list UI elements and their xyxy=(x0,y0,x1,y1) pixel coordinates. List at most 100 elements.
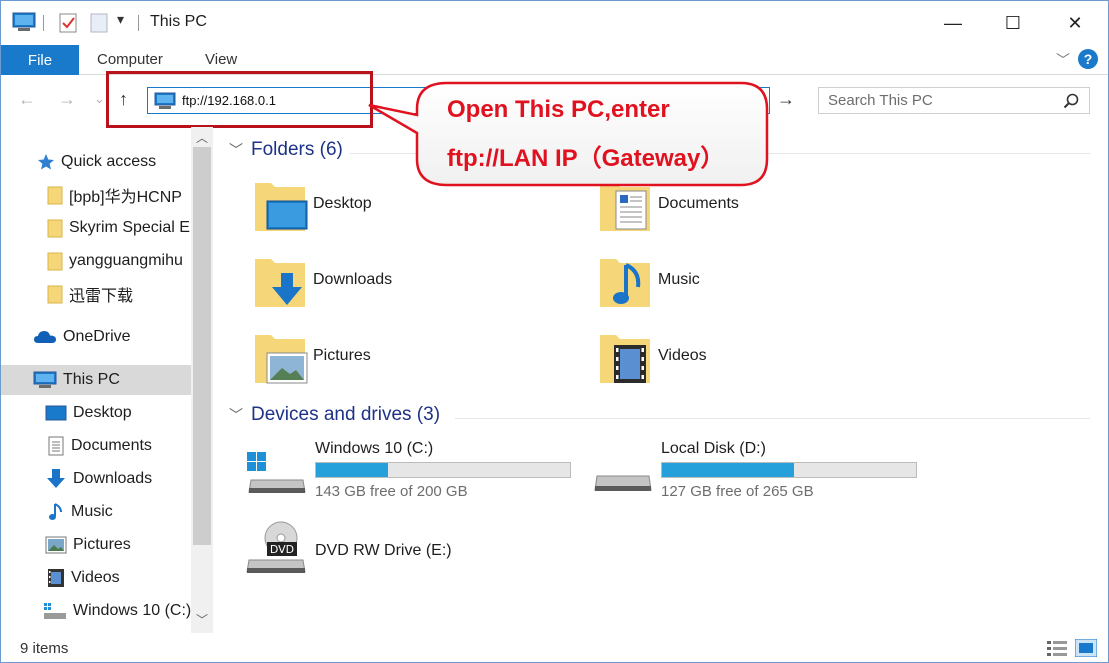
drive-label: Windows 10 (C:) xyxy=(315,440,434,457)
minimize-button[interactable]: — xyxy=(923,1,983,45)
sidebar-item-quick-access[interactable]: Quick access xyxy=(1,147,191,177)
window-title: This PC xyxy=(150,13,207,30)
sidebar-item-this-pc[interactable]: This PC xyxy=(1,365,191,395)
details-view-icon[interactable] xyxy=(1046,639,1068,657)
scroll-thumb[interactable] xyxy=(193,147,211,545)
sidebar-item-downloads[interactable]: Downloads xyxy=(1,464,191,494)
folder-label: Pictures xyxy=(313,347,371,364)
sidebar-item-label: OneDrive xyxy=(63,328,131,345)
go-button[interactable]: → xyxy=(777,89,795,110)
sidebar-item-yangguangmihu[interactable]: yangguangmihu xyxy=(1,246,191,276)
sidebar-item-videos[interactable]: Videos xyxy=(1,563,191,593)
dvd-label-mark: DVD xyxy=(270,543,294,556)
sidebar-item-label: Quick access xyxy=(61,153,157,170)
documents-icon xyxy=(48,436,64,456)
sidebar-item-xunlei[interactable]: 迅雷下载 xyxy=(1,279,191,309)
large-icons-view-icon[interactable] xyxy=(1075,639,1097,657)
local-disk-icon xyxy=(594,475,652,491)
back-button[interactable]: ← xyxy=(18,89,36,110)
desktop-icon xyxy=(45,405,67,421)
folder-icon xyxy=(47,219,63,238)
search-box[interactable]: Search This PC xyxy=(818,87,1090,114)
recent-locations-button[interactable]: ⌄ xyxy=(94,91,105,107)
callout-text-line-1: Open This PC,enter xyxy=(447,96,670,123)
tab-computer[interactable]: Computer xyxy=(97,51,163,68)
folder-pictures[interactable]: Pictures xyxy=(253,329,553,395)
cloud-icon xyxy=(34,331,56,343)
folder-label: Documents xyxy=(658,195,739,212)
properties-icon[interactable] xyxy=(58,12,78,34)
folder-label: Desktop xyxy=(313,195,372,212)
sidebar-item-skyrim[interactable]: Skyrim Special E xyxy=(1,213,191,243)
item-count: 9 items xyxy=(20,640,69,657)
sidebar-item-label: Desktop xyxy=(73,404,132,421)
forward-button[interactable]: → xyxy=(58,89,76,110)
folder-documents[interactable]: Documents xyxy=(598,177,898,243)
folder-label: Downloads xyxy=(313,271,393,288)
title-separator xyxy=(138,15,139,31)
folder-downloads[interactable]: Downloads xyxy=(253,253,553,319)
search-input[interactable]: Search This PC xyxy=(828,92,933,109)
drive-label: Local Disk (D:) xyxy=(661,440,766,457)
music-icon xyxy=(49,503,62,520)
folder-desktop[interactable]: Desktop xyxy=(253,177,553,243)
sidebar-item-label: Documents xyxy=(71,437,152,454)
sidebar-item-label: Skyrim Special E xyxy=(69,219,190,236)
computer-icon xyxy=(33,371,57,388)
dvd-drive-icon: DVD xyxy=(246,521,306,573)
content-pane: ﹀ Folders (6) Desktop Documents Download… xyxy=(215,127,1109,633)
scroll-down-icon[interactable]: ﹀ xyxy=(196,611,208,628)
star-icon xyxy=(38,154,54,170)
close-button[interactable]: ✕ xyxy=(1045,1,1105,45)
folder-music[interactable]: Music xyxy=(598,253,898,319)
devices-section-header[interactable]: ﹀ Devices and drives (3) xyxy=(229,404,440,426)
windows-drive-icon xyxy=(247,452,306,493)
drive-local-d[interactable]: Local Disk (D:) 127 GB free of 265 GB xyxy=(591,440,921,504)
folder-icon xyxy=(47,186,63,205)
sidebar-item-bpb[interactable]: [bpb]华为HCNP xyxy=(1,180,191,210)
title-separator xyxy=(43,15,44,31)
music-folder-icon xyxy=(600,259,650,307)
drive-free-space: 143 GB free of 200 GB xyxy=(315,483,468,500)
search-icon[interactable] xyxy=(1063,93,1079,109)
expand-ribbon-icon[interactable]: ﹀ xyxy=(1056,50,1070,70)
customize-quick-access-icon[interactable]: ▾ xyxy=(117,11,124,28)
maximize-button[interactable]: ☐ xyxy=(983,1,1043,45)
file-explorer-window: ▾ This PC — ☐ ✕ File Computer View ﹀ ? ←… xyxy=(0,0,1109,663)
scroll-up-icon[interactable]: ︿ xyxy=(196,129,208,146)
collapse-chevron-icon[interactable]: ﹀ xyxy=(229,140,243,160)
tab-view[interactable]: View xyxy=(205,51,237,68)
tab-file[interactable]: File xyxy=(1,45,79,75)
sidebar-item-label: Pictures xyxy=(73,536,131,553)
drive-dvd-e[interactable]: DVD DVD RW Drive (E:) xyxy=(245,521,575,586)
folder-label: Videos xyxy=(658,347,707,364)
sidebar-item-label: 迅雷下载 xyxy=(69,288,134,305)
sidebar-item-pictures[interactable]: Pictures xyxy=(1,530,191,560)
drive-label: DVD RW Drive (E:) xyxy=(315,542,452,559)
sidebar-item-label: Music xyxy=(71,503,113,520)
new-folder-icon[interactable] xyxy=(89,12,109,34)
download-icon xyxy=(47,469,65,488)
sidebar-item-label: yangguangmihu xyxy=(69,252,183,269)
sidebar-item-label: [bpb]华为HCNP xyxy=(69,189,182,206)
sidebar-item-label: Downloads xyxy=(73,470,153,487)
drive-windows-c[interactable]: Windows 10 (C:) 143 GB free of 200 GB xyxy=(245,440,575,504)
sidebar-item-windows-c[interactable]: Windows 10 (C:) xyxy=(1,596,191,626)
folders-section-header[interactable]: ﹀ Folders (6) xyxy=(229,139,343,161)
sidebar-item-label: Windows 10 (C:) xyxy=(73,602,191,619)
sidebar-scrollbar[interactable]: ︿ ﹀ xyxy=(191,127,213,633)
drive-usage-bar xyxy=(315,462,571,478)
drive-usage-fill xyxy=(662,463,795,477)
sidebar-item-desktop[interactable]: Desktop xyxy=(1,398,191,428)
help-icon[interactable]: ? xyxy=(1078,49,1098,69)
sidebar-item-music[interactable]: Music xyxy=(1,497,191,527)
computer-icon[interactable] xyxy=(12,12,36,32)
drive-free-space: 127 GB free of 265 GB xyxy=(661,483,814,500)
folder-videos[interactable]: Videos xyxy=(598,329,898,395)
drive-icon xyxy=(44,603,66,619)
drive-usage-fill xyxy=(316,463,389,477)
sidebar-item-onedrive[interactable]: OneDrive xyxy=(1,322,191,352)
folders-section-title: Folders (6) xyxy=(251,139,343,160)
collapse-chevron-icon[interactable]: ﹀ xyxy=(229,405,243,425)
sidebar-item-documents[interactable]: Documents xyxy=(1,431,191,461)
